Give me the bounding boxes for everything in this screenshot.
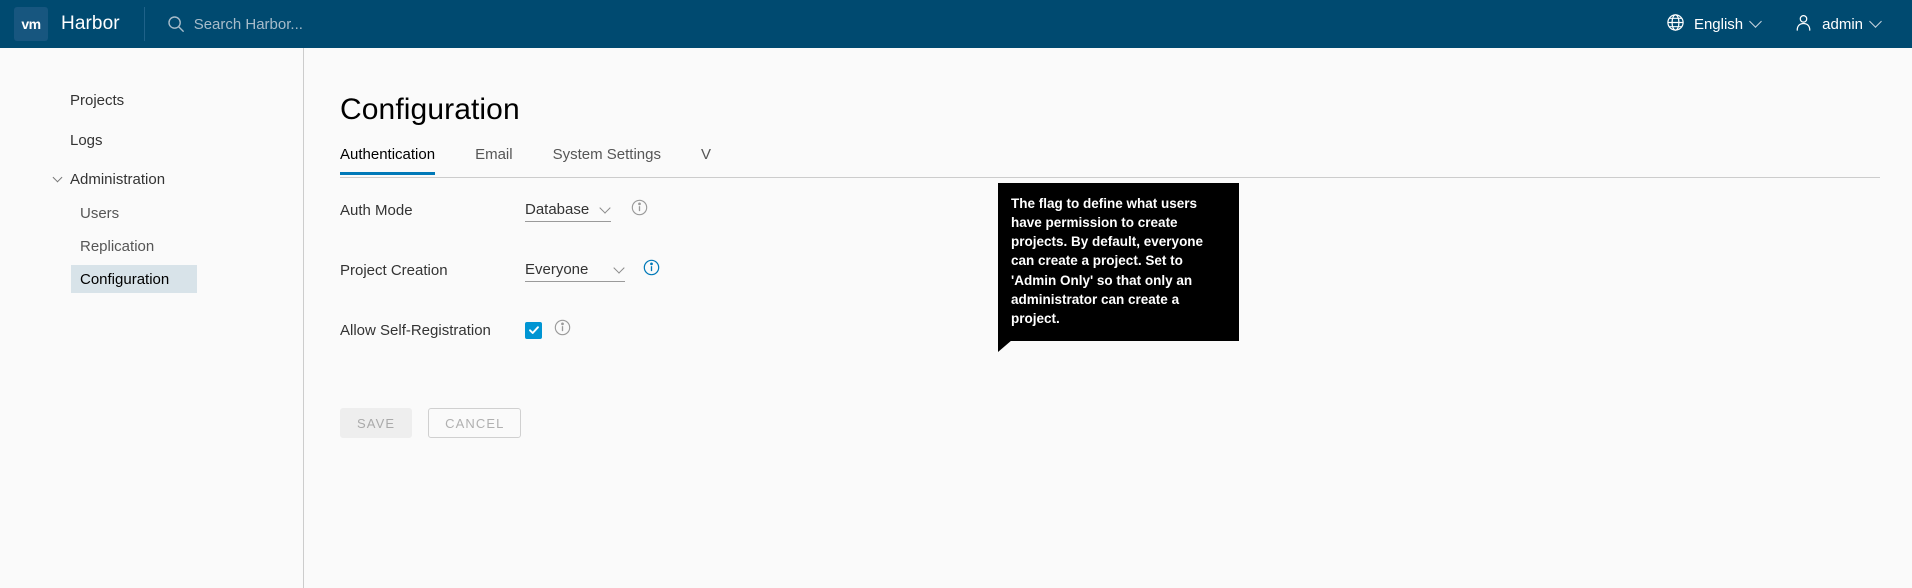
- header-right: English admin: [1656, 0, 1912, 48]
- sidebar-item-label: Logs: [70, 131, 103, 149]
- chevron-down-icon: [1749, 14, 1763, 28]
- auth-mode-label: Auth Mode: [340, 201, 413, 219]
- save-button[interactable]: SAVE: [340, 408, 413, 438]
- project-creation-value: Everyone: [525, 261, 589, 278]
- app-header: vm Harbor English: [0, 0, 1912, 48]
- sidebar: Projects Logs Administration Users Repli…: [0, 48, 304, 588]
- auth-mode-select[interactable]: Database: [525, 198, 611, 222]
- tab-label: V: [700, 146, 711, 163]
- tab-system-settings[interactable]: System Settings: [553, 146, 661, 175]
- tooltip-text: The flag to define what users have permi…: [1011, 196, 1204, 326]
- brand[interactable]: vm Harbor: [0, 0, 120, 48]
- sidebar-item-replication[interactable]: Replication: [0, 232, 303, 260]
- main-content: Configuration Authentication Email Syste…: [305, 48, 1912, 588]
- allow-self-registration-label: Allow Self-Registration: [340, 321, 491, 339]
- page-title: Configuration: [340, 93, 520, 126]
- user-icon: [1794, 13, 1813, 36]
- tab-label: System Settings: [552, 146, 661, 163]
- tab-label: Authentication: [340, 146, 436, 163]
- language-selector[interactable]: English: [1656, 0, 1770, 48]
- chevron-down-icon: [1869, 14, 1882, 28]
- sidebar-item-projects[interactable]: Projects: [0, 86, 303, 114]
- tab-bar: Authentication Email System Settings V: [340, 146, 1880, 178]
- tooltip-pointer: [998, 340, 1012, 353]
- sidebar-item-label: Replication: [80, 237, 155, 255]
- project-creation-label: Project Creation: [340, 261, 448, 279]
- globe-icon: [1666, 13, 1685, 36]
- sidebar-item-administration[interactable]: Administration: [0, 165, 303, 193]
- tooltip: The flag to define what users have permi…: [998, 183, 1239, 353]
- auth-mode-value: Database: [525, 201, 590, 218]
- tab-vulnerability[interactable]: V: [701, 146, 711, 175]
- tab-label: Email: [475, 146, 513, 163]
- sidebar-item-label: Administration: [70, 170, 166, 188]
- chevron-down-icon: [613, 262, 625, 274]
- sidebar-item-label: Users: [80, 204, 120, 222]
- sidebar-item-label: Projects: [70, 91, 125, 109]
- sidebar-item-configuration[interactable]: Configuration: [71, 265, 197, 293]
- user-menu[interactable]: admin: [1784, 0, 1890, 48]
- search-input[interactable]: [193, 15, 454, 33]
- language-label: English: [1693, 15, 1744, 33]
- user-label: admin: [1822, 15, 1863, 33]
- search-icon: [167, 15, 185, 33]
- info-circle-icon[interactable]: [554, 319, 571, 341]
- vmware-logo-icon: vm: [14, 7, 48, 41]
- form-actions: SAVE CANCEL: [340, 408, 522, 438]
- search-area[interactable]: [167, 0, 454, 48]
- sidebar-item-users[interactable]: Users: [0, 199, 303, 227]
- app-title: Harbor: [61, 13, 120, 34]
- header-divider: [143, 7, 145, 41]
- cancel-button[interactable]: CANCEL: [428, 408, 522, 438]
- allow-self-registration-checkbox[interactable]: [525, 321, 542, 339]
- info-circle-icon[interactable]: [631, 199, 648, 221]
- tab-authentication[interactable]: Authentication: [340, 146, 436, 175]
- chevron-down-icon: [599, 202, 611, 214]
- chevron-down-icon: [52, 172, 63, 183]
- sidebar-item-logs[interactable]: Logs: [0, 126, 303, 154]
- tab-email[interactable]: Email: [475, 146, 513, 175]
- info-circle-icon[interactable]: [643, 259, 660, 281]
- project-creation-select[interactable]: Everyone: [525, 258, 625, 282]
- sidebar-item-label: Configuration: [80, 270, 170, 288]
